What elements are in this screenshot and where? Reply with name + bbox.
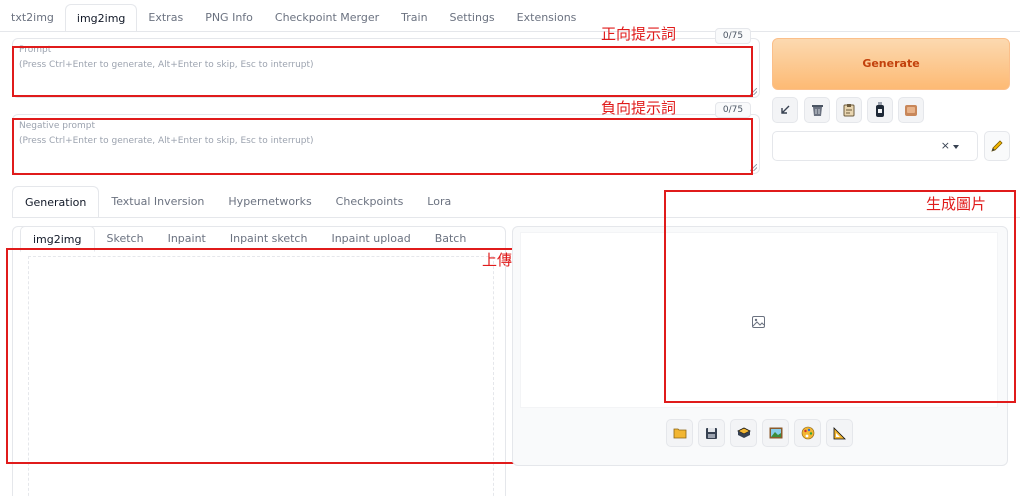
negative-prompt-highlight-box xyxy=(12,118,753,175)
output-actions xyxy=(666,419,853,447)
save-icon[interactable] xyxy=(698,419,725,447)
tab-png-info[interactable]: PNG Info xyxy=(194,4,264,32)
tab-textual-inversion[interactable]: Textual Inversion xyxy=(99,186,216,218)
prompt-token-counter: 0/75 xyxy=(715,28,751,44)
tab-extras[interactable]: Extras xyxy=(137,4,194,32)
zip-icon[interactable] xyxy=(730,419,757,447)
main-tab-bar: txt2img img2img Extras PNG Info Checkpoi… xyxy=(0,4,587,32)
generated-highlight-box xyxy=(664,190,1016,403)
edit-styles-button[interactable] xyxy=(984,131,1010,161)
style-box-icon[interactable] xyxy=(898,97,924,123)
clear-icon[interactable]: × xyxy=(941,139,950,152)
positive-prompt-annotation: 正向提示詞 xyxy=(601,25,677,43)
tab-extensions[interactable]: Extensions xyxy=(506,4,588,32)
arrow-icon[interactable] xyxy=(772,97,798,123)
palette-icon[interactable] xyxy=(794,419,821,447)
tab-checkpoints[interactable]: Checkpoints xyxy=(324,186,416,218)
prompt-highlight-box xyxy=(12,46,753,97)
styles-dropdown[interactable]: × xyxy=(772,131,978,161)
negative-prompt-token-counter: 0/75 xyxy=(715,102,751,118)
generated-image-annotation: 生成圖片 xyxy=(926,195,987,213)
folder-icon[interactable] xyxy=(666,419,693,447)
pencil-icon xyxy=(991,140,1003,152)
chevron-down-icon[interactable] xyxy=(953,145,959,149)
tab-lora[interactable]: Lora xyxy=(415,186,463,218)
generation-tab-bar: Generation Textual Inversion Hypernetwor… xyxy=(12,186,463,218)
tab-divider xyxy=(0,31,1020,32)
bottle-icon[interactable] xyxy=(867,97,893,123)
tab-checkpoint-merger[interactable]: Checkpoint Merger xyxy=(264,4,390,32)
tab-hypernetworks[interactable]: Hypernetworks xyxy=(216,186,323,218)
tab-img2img[interactable]: img2img xyxy=(64,4,138,32)
tab-generation[interactable]: Generation xyxy=(12,186,100,218)
clipboard-icon[interactable] xyxy=(836,97,862,123)
image-icon[interactable] xyxy=(762,419,789,447)
negative-prompt-annotation: 負向提示詞 xyxy=(601,99,677,117)
tab-txt2img[interactable]: txt2img xyxy=(0,4,65,32)
tab-settings[interactable]: Settings xyxy=(439,4,506,32)
generate-button[interactable]: Generate xyxy=(772,38,1010,90)
ruler-icon[interactable] xyxy=(826,419,853,447)
tab-train[interactable]: Train xyxy=(390,4,438,32)
trash-icon[interactable] xyxy=(804,97,830,123)
